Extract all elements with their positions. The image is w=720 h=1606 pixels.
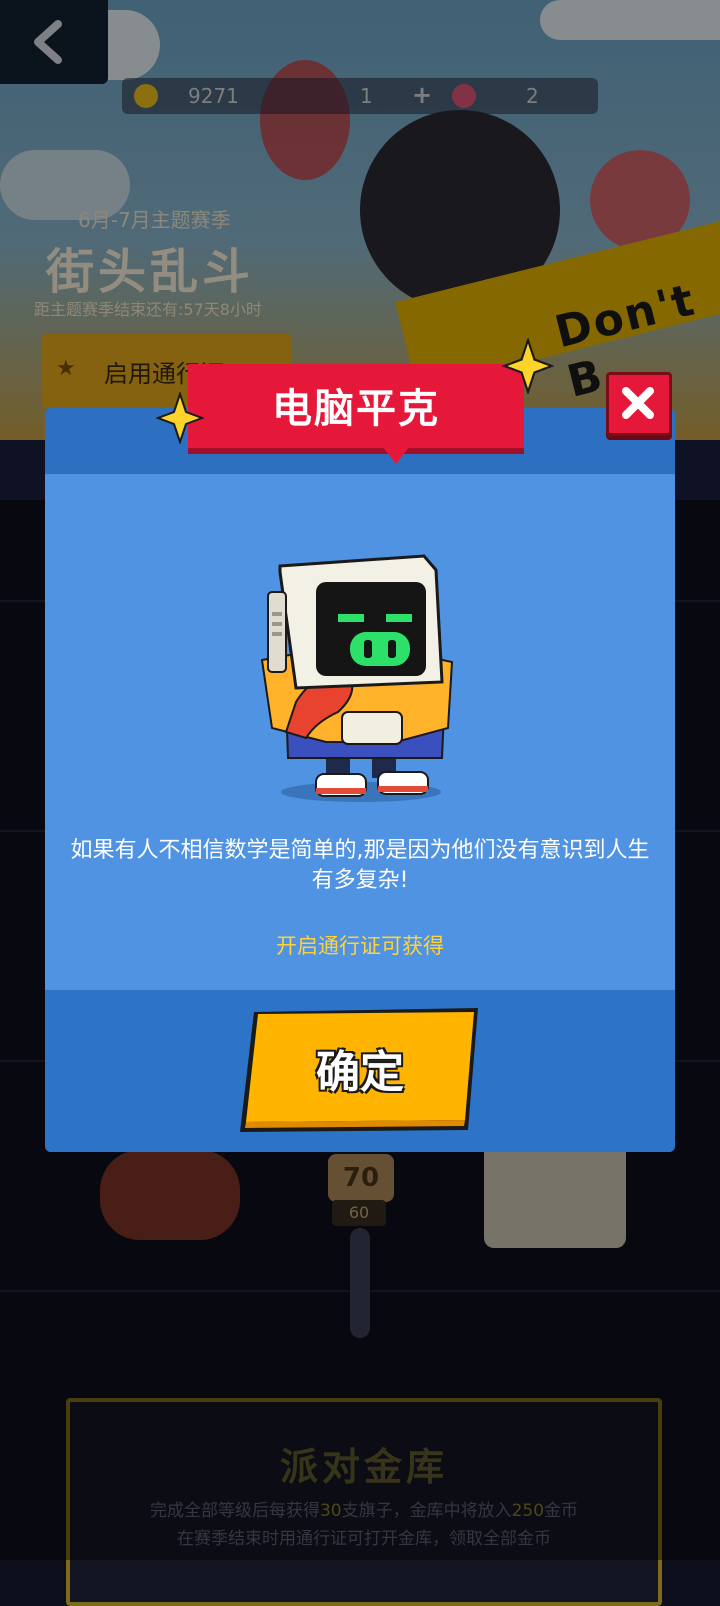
confirm-label: 确定 [316,1047,404,1098]
confirm-button[interactable]: 确定 [240,1008,480,1132]
modal-title: 电脑平克 [272,386,440,432]
sparkle-icon [502,338,554,394]
computer-punk-character [260,554,454,802]
close-icon [622,387,654,419]
sparkle-icon [156,392,204,444]
ribbon-tail [382,446,410,464]
close-button[interactable] [606,372,672,436]
character-quote: 如果有人不相信数学是简单的,那是因为他们没有意识到人生有多复杂! [70,838,650,893]
title-ribbon: 电脑平克 [188,364,524,448]
pass-unlock-hint: 开启通行证可获得 [276,934,444,958]
